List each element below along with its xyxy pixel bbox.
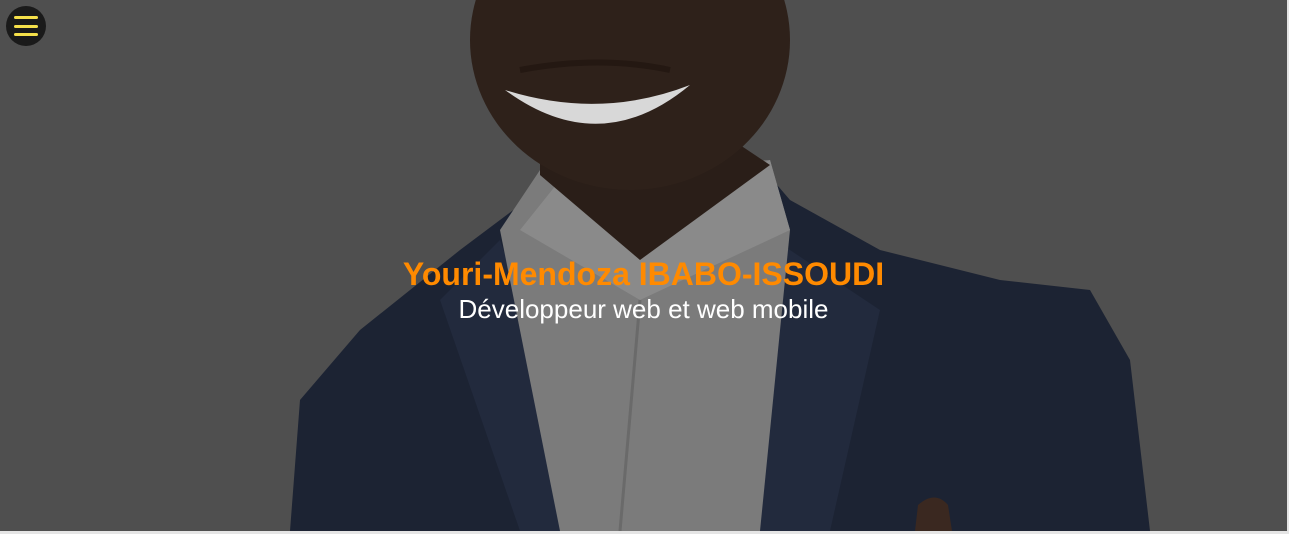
hero-name: Youri-Mendoza IBABO-ISSOUDI [402,256,885,292]
hero-text-block: Youri-Mendoza IBABO-ISSOUDI Développeur … [0,256,1287,326]
hero-section: Youri-Mendoza IBABO-ISSOUDI Développeur … [0,0,1287,531]
menu-button[interactable] [6,6,46,46]
menu-icon-bar [14,33,38,36]
menu-icon-bar [14,16,38,19]
hero-role: Développeur web et web mobile [458,294,829,324]
hamburger-menu-icon [14,16,38,36]
menu-icon-bar [14,24,38,28]
